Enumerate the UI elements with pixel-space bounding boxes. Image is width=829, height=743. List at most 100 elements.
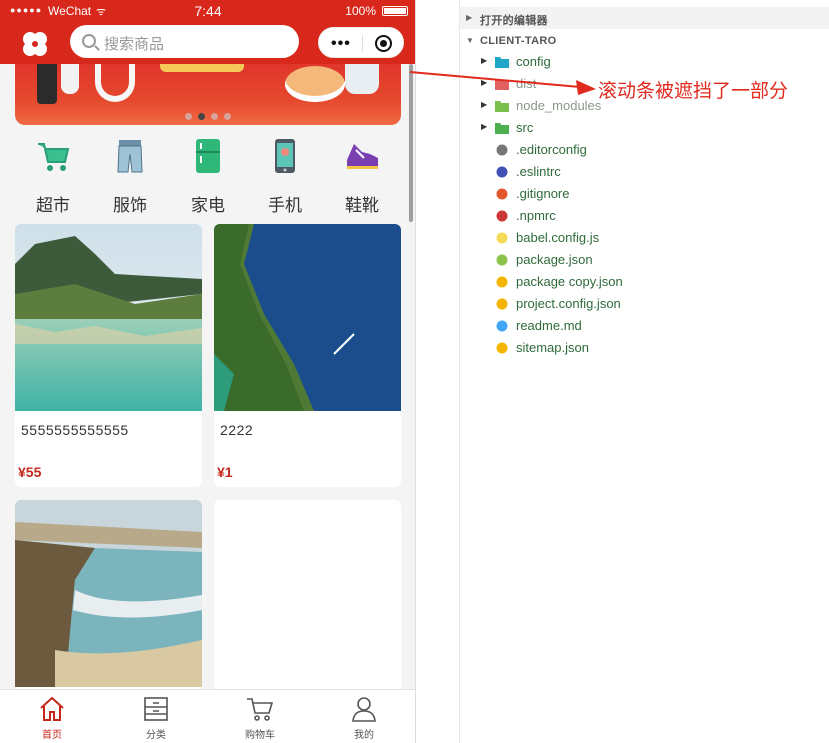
- file-icon: [496, 210, 508, 222]
- search-input[interactable]: 搜索商品: [70, 25, 299, 58]
- fridge-icon: [196, 139, 220, 173]
- carousel-dot-active[interactable]: [198, 113, 205, 120]
- product-image-mountain-lagoon: [15, 224, 202, 411]
- file-icon: [496, 342, 508, 354]
- tree-item-label: dist: [516, 76, 537, 91]
- folder-icon: [495, 57, 509, 68]
- tree-item-project-config-json[interactable]: project.config.json: [460, 293, 829, 315]
- product-price: ¥1: [217, 464, 233, 480]
- file-icon: [496, 298, 508, 310]
- cart-icon: [247, 698, 274, 721]
- more-menu-button[interactable]: •••: [331, 35, 351, 53]
- tab-label: 首页: [42, 730, 62, 741]
- annotation-text: 滚动条被遮挡了一部分: [598, 81, 789, 102]
- product-card[interactable]: 5555555555555 ¥55: [15, 224, 202, 487]
- category-label: 鞋靴: [345, 196, 379, 215]
- tab-cart[interactable]: 购物车: [208, 690, 312, 743]
- tree-item-label: readme.md: [516, 318, 582, 333]
- category-icon: [144, 697, 168, 721]
- tab-category[interactable]: 分类: [104, 690, 208, 743]
- product-name: 2222: [220, 422, 254, 438]
- carousel-dot[interactable]: [211, 113, 218, 120]
- collapsed-caret-icon: ▶: [466, 13, 473, 22]
- product-card[interactable]: 2222 ¥1: [214, 224, 401, 487]
- status-bar: ●●●●● WeChat ᯤ 7:44 100%: [0, 0, 415, 22]
- banner-product-image: [285, 66, 345, 102]
- tree-item-npmrc[interactable]: .npmrc: [460, 205, 829, 227]
- banner-product-image: [37, 64, 57, 104]
- tree-item-label: babel.config.js: [516, 230, 600, 245]
- file-icon: [496, 232, 508, 244]
- project-section[interactable]: ▼ CLIENT-TARO: [460, 30, 829, 52]
- tree-item-label: .editorconfig: [516, 142, 587, 157]
- file-explorer: ▶ 打开的编辑器 ▼ CLIENT-TARO ▶ config ▶ dist ▶ node…: [459, 0, 829, 743]
- tab-label: 分类: [146, 730, 166, 741]
- close-miniprogram-button[interactable]: [375, 35, 392, 52]
- shopping-cart-icon: [38, 143, 70, 171]
- banner-product-image: [61, 64, 79, 94]
- tree-item-src[interactable]: ▶ src: [460, 117, 829, 139]
- banner-product-image: [95, 64, 135, 102]
- banner-product-image: [345, 64, 379, 94]
- tree-item-readme-md[interactable]: readme.md: [460, 315, 829, 337]
- file-icon: [496, 320, 508, 332]
- banner-tag: [160, 64, 244, 72]
- search-placeholder: 搜索商品: [104, 36, 165, 53]
- tab-label: 购物车: [245, 730, 275, 741]
- tree-item-config[interactable]: ▶ config: [460, 51, 829, 73]
- tree-item-label: node_modules: [516, 98, 602, 113]
- file-icon: [496, 144, 508, 156]
- tree-item-package-json[interactable]: package.json: [460, 249, 829, 271]
- tree-item-label: src: [516, 120, 534, 135]
- sneaker-icon: [347, 144, 378, 169]
- phone-simulator: ●●●●● WeChat ᯤ 7:44 100% 搜索商品 ••• 超市 服饰 …: [0, 0, 416, 743]
- category-supermarket[interactable]: 超市: [23, 130, 83, 218]
- category-shoes[interactable]: 鞋靴: [332, 130, 392, 218]
- tree-item-eslintrc[interactable]: .eslintrc: [460, 161, 829, 183]
- tree-item-label: package.json: [516, 252, 593, 267]
- jeans-icon: [117, 140, 143, 173]
- file-icon: [496, 188, 508, 200]
- carousel-dot[interactable]: [224, 113, 231, 120]
- battery-icon: [382, 6, 408, 16]
- folder-icon: [495, 123, 509, 134]
- miniprogram-capsule: •••: [318, 27, 404, 58]
- top-navbar: 搜索商品 •••: [0, 22, 415, 64]
- expanded-caret-icon: ▼: [466, 36, 474, 45]
- product-image-cliff-beach: [15, 500, 202, 687]
- tree-item-label: .gitignore: [516, 186, 570, 201]
- tree-item-label: project.config.json: [516, 296, 621, 311]
- tree-item-label: config: [516, 54, 551, 69]
- open-editors-section[interactable]: ▶ 打开的编辑器: [460, 7, 829, 29]
- carousel-dot[interactable]: [185, 113, 192, 120]
- category-nav: 超市 服饰 家电 手机 鞋靴: [0, 130, 415, 218]
- banner-carousel[interactable]: [15, 64, 401, 125]
- tree-item-label: package copy.json: [516, 274, 623, 289]
- category-phones[interactable]: 手机: [255, 130, 315, 218]
- product-price: ¥55: [18, 464, 42, 480]
- tree-item-package-copy-json[interactable]: package copy.json: [460, 271, 829, 293]
- tree-item-gitignore[interactable]: .gitignore: [460, 183, 829, 205]
- folder-twistie-icon[interactable]: ▶: [481, 78, 487, 87]
- product-card[interactable]: [214, 500, 401, 700]
- folder-twistie-icon[interactable]: ▶: [481, 122, 487, 131]
- home-icon: [40, 696, 64, 721]
- user-icon: [352, 697, 376, 722]
- tree-item-sitemap-json[interactable]: sitemap.json: [460, 337, 829, 359]
- carousel-indicator: [15, 107, 401, 125]
- folder-twistie-icon[interactable]: ▶: [481, 100, 487, 109]
- folder-icon: [495, 79, 509, 90]
- tree-item-label: .npmrc: [516, 208, 556, 223]
- tab-mine[interactable]: 我的: [312, 690, 415, 743]
- tab-label: 我的: [354, 730, 374, 741]
- tree-item-editorconfig[interactable]: .editorconfig: [460, 139, 829, 161]
- file-icon: [496, 276, 508, 288]
- folder-twistie-icon[interactable]: ▶: [481, 56, 487, 65]
- project-title: CLIENT-TARO: [480, 35, 557, 47]
- category-appliances[interactable]: 家电: [178, 130, 238, 218]
- product-card[interactable]: [15, 500, 202, 700]
- section-title: 打开的编辑器: [480, 15, 548, 27]
- tree-item-babel-config-js[interactable]: babel.config.js: [460, 227, 829, 249]
- tab-home[interactable]: 首页: [0, 690, 104, 743]
- category-clothing[interactable]: 服饰: [100, 130, 160, 218]
